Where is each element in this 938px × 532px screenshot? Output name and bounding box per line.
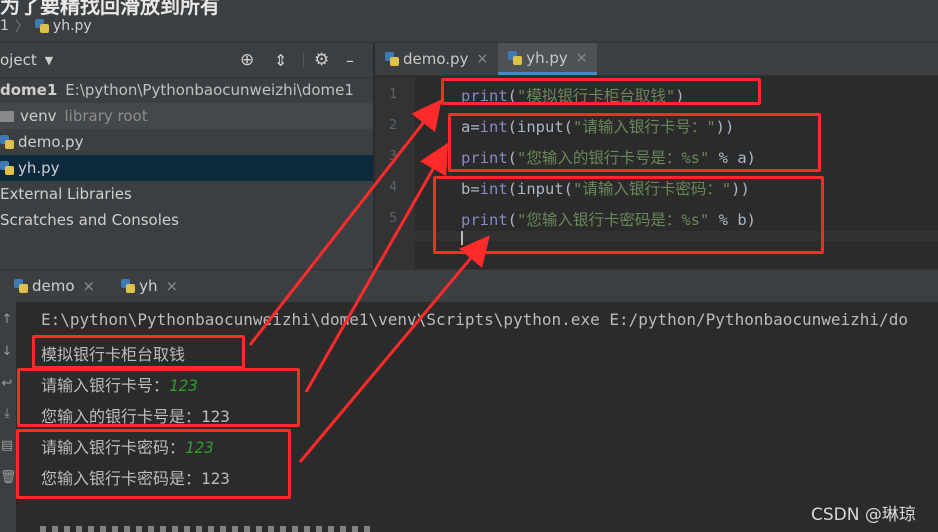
- watermark: CSDN @琳琼: [811, 505, 916, 525]
- annotation-arrow: [248, 99, 442, 346]
- annotation-arrows: [248, 99, 490, 463]
